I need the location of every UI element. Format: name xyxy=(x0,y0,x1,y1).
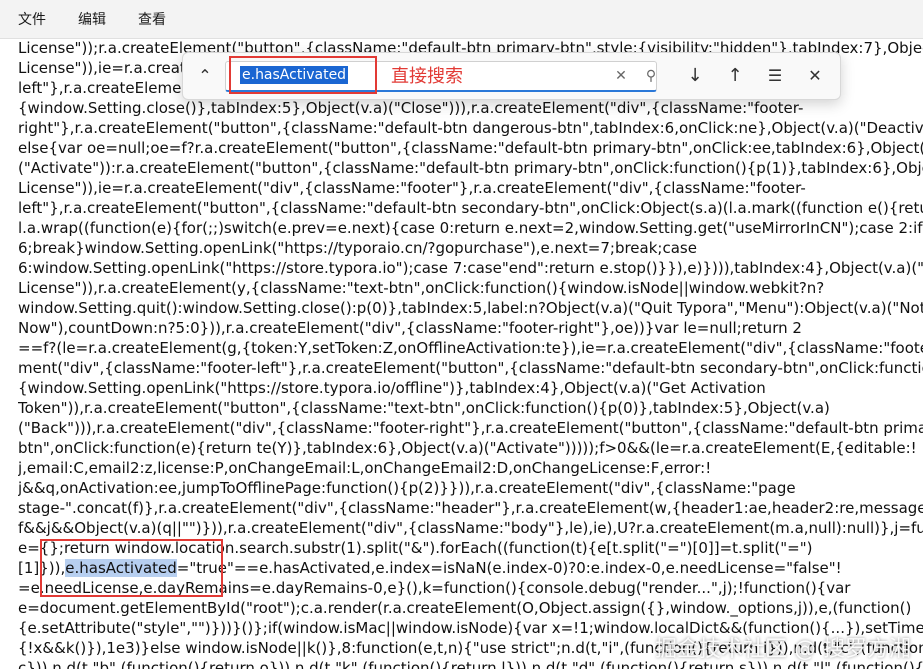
code-line: License")),r.a.createElement(y,{classNam… xyxy=(18,278,923,298)
code-text: ="true"==e.hasActivated,e.index=isNaN(e.… xyxy=(176,559,842,577)
code-text: 6:window.Setting.openLink("https://store… xyxy=(18,259,923,277)
code-text: ("Back"))),r.a.createElement("div",{clas… xyxy=(18,419,923,437)
code-text: 6;break}window.Setting.openLink("https:/… xyxy=(18,239,697,257)
code-text: License")),ie=r.a.createElement("div",{c… xyxy=(18,179,806,197)
code-line: stage-".concat(f)},r.a.createElement("di… xyxy=(18,498,923,518)
code-text: else{var oe=null;oe=f?r.a.createElement(… xyxy=(18,139,923,157)
menu-edit[interactable]: 编辑 xyxy=(76,5,108,33)
code-text: btn",onClick:function(e){return te(Y)},t… xyxy=(18,439,917,457)
code-line: f&&j&&Object(v.a)(q||"")})),r.a.createEl… xyxy=(18,518,923,538)
code-text: right"},r.a.createElement("button",{clas… xyxy=(18,119,923,137)
code-text: ==f?(le=r.a.createElement(g,{token:Y,set… xyxy=(18,339,923,357)
code-text: License")),r.a.createElement(y,{classNam… xyxy=(18,279,825,297)
code-line: ment("div",{className:"footer-left"},r.a… xyxy=(18,358,923,378)
code-line: else{var oe=null;oe=f?r.a.createElement(… xyxy=(18,138,923,158)
watermark: 掘金技术社区 @ 搜罗方湘 xyxy=(655,637,911,662)
search-icon[interactable]: ⚲ xyxy=(639,64,663,88)
menu-view[interactable]: 查看 xyxy=(136,5,168,33)
clear-icon[interactable]: ✕ xyxy=(609,64,633,88)
menu-bar: 文件 编辑 查看 xyxy=(0,0,923,39)
code-line: btn",onClick:function(e){return te(Y)},t… xyxy=(18,438,923,458)
code-text: ment("div",{className:"footer-left"},r.a… xyxy=(18,359,923,377)
annotation-box-code xyxy=(40,539,223,597)
code-line: Token")),r.a.createElement("button",{cla… xyxy=(18,398,923,418)
code-line: l.a.wrap((function(e){for(;;)switch(e.pr… xyxy=(18,218,923,238)
code-text: {window.Setting.close()},tabIndex:5},Obj… xyxy=(18,99,804,117)
code-line: 6:window.Setting.openLink("https://store… xyxy=(18,258,923,278)
code-text: f&&j&&Object(v.a)(q||"")})),r.a.createEl… xyxy=(18,519,923,537)
code-text: e=document.getElementById("root");c.a.re… xyxy=(18,599,912,617)
code-text: License")),ie=r.a.createE xyxy=(18,59,205,77)
arrow-up-icon[interactable]: ↑ xyxy=(723,64,747,88)
code-line: e=document.getElementById("root");c.a.re… xyxy=(18,598,923,618)
menu-file[interactable]: 文件 xyxy=(16,5,48,33)
code-line: left"},r.a.createElement("button",{class… xyxy=(18,198,923,218)
options-icon[interactable]: ☰ xyxy=(763,64,787,88)
code-line: 6;break}window.Setting.openLink("https:/… xyxy=(18,238,923,258)
close-icon[interactable]: ✕ xyxy=(803,64,827,88)
code-text: left"},r.a.createElement("button",{class… xyxy=(18,199,923,217)
annotation-label: 直接搜索 xyxy=(391,66,463,87)
code-line: window.Setting.quit():window.Setting.clo… xyxy=(18,298,923,318)
code-line: j&&q,onActivation:ee,jumpToOfflinePage:f… xyxy=(18,478,923,498)
code-line: j,email:C,email2:z,license:P,onChangeEma… xyxy=(18,458,923,478)
code-text: Now"),countDown:n?5:0})),r.a.createEleme… xyxy=(18,319,802,337)
code-line: {window.Setting.close()},tabIndex:5},Obj… xyxy=(18,98,923,118)
code-line: {window.Setting.openLink("https://store.… xyxy=(18,378,923,398)
code-text: j&&q,onActivation:ee,jumpToOfflinePage:f… xyxy=(18,479,796,497)
chevron-up-icon[interactable]: ⌃ xyxy=(193,64,217,88)
code-text: stage-".concat(f)},r.a.createElement("di… xyxy=(18,499,923,517)
code-line: ("Activate")):r.a.createElement("button"… xyxy=(18,158,923,178)
code-text: Token")),r.a.createElement("button",{cla… xyxy=(18,399,830,417)
code-line: ("Back"))),r.a.createElement("div",{clas… xyxy=(18,418,923,438)
code-line: ==f?(le=r.a.createElement(g,{token:Y,set… xyxy=(18,338,923,358)
arrow-down-icon[interactable]: ↓ xyxy=(683,64,707,88)
code-text: window.Setting.quit():window.Setting.clo… xyxy=(18,299,923,317)
code-line: License")),ie=r.a.createElement("div",{c… xyxy=(18,178,923,198)
code-text: {window.Setting.openLink("https://store.… xyxy=(18,379,766,397)
code-line: right"},r.a.createElement("button",{clas… xyxy=(18,118,923,138)
code-text: j,email:C,email2:z,license:P,onChangeEma… xyxy=(18,459,712,477)
code-line: Now"),countDown:n?5:0})),r.a.createEleme… xyxy=(18,318,923,338)
annotation-box-search xyxy=(229,56,377,94)
code-text: l.a.wrap((function(e){for(;;)switch(e.pr… xyxy=(18,219,923,237)
code-text: left"},r.a.createElemen xyxy=(18,79,191,97)
code-text: ("Activate")):r.a.createElement("button"… xyxy=(18,159,923,177)
